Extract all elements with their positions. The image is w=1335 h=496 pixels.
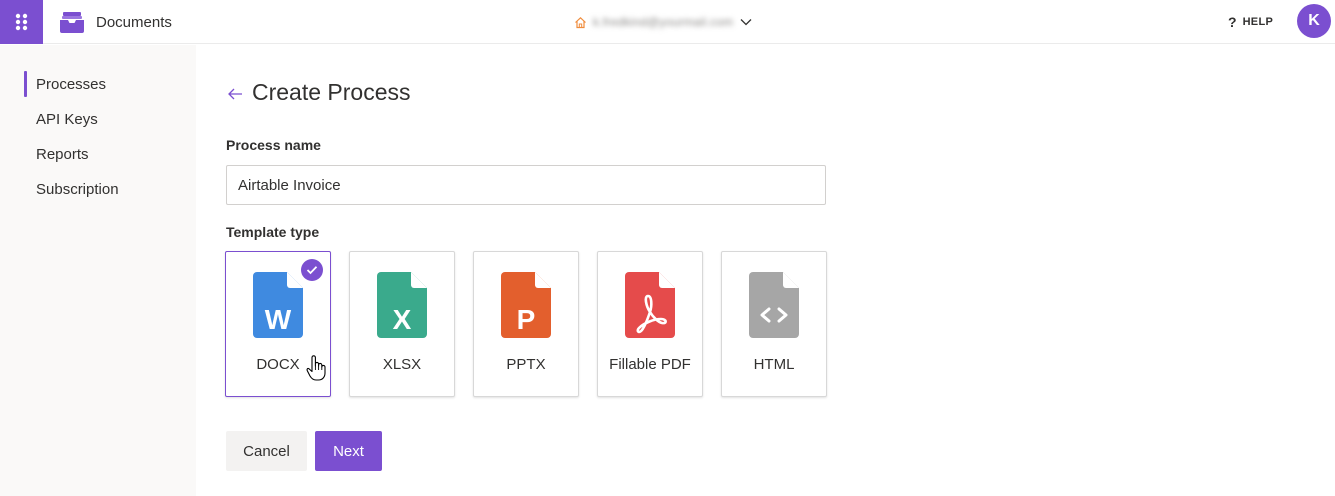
user-avatar[interactable]: K <box>1297 4 1331 38</box>
app-brand[interactable]: Documents <box>60 0 172 44</box>
help-label: HELP <box>1242 16 1274 28</box>
top-bar: Documents k.fredkind@yourmail.com ? HELP… <box>0 0 1335 44</box>
svg-text:P: P <box>517 304 536 335</box>
template-tile-fillable-pdf[interactable]: Fillable PDF <box>597 251 703 397</box>
account-switcher[interactable]: k.fredkind@yourmail.com <box>574 0 753 44</box>
template-tile-label: PPTX <box>506 356 546 373</box>
hand-cursor-icon <box>306 355 326 381</box>
powerpoint-file-icon: P <box>501 272 551 338</box>
template-tile-html[interactable]: HTML <box>721 251 827 397</box>
template-tile-label: Fillable PDF <box>609 356 691 373</box>
html-file-icon <box>749 272 799 338</box>
app-launcher-icon <box>15 13 27 31</box>
sidebar-item-api-keys[interactable]: API Keys <box>24 106 184 132</box>
documents-tray-icon <box>60 12 84 33</box>
sidebar-item-label: Processes <box>36 75 107 93</box>
svg-text:X: X <box>393 304 412 335</box>
process-name-label: Process name <box>226 137 321 153</box>
svg-text:W: W <box>265 304 292 335</box>
template-tile-label: HTML <box>753 356 795 373</box>
sidebar-item-label: Reports <box>36 145 89 163</box>
template-type-label: Template type <box>226 224 320 240</box>
account-email: k.fredkind@yourmail.com <box>593 15 734 29</box>
selected-check-icon <box>301 259 323 281</box>
help-icon: ? <box>1228 14 1237 30</box>
next-button[interactable]: Next <box>315 431 382 471</box>
word-file-icon: W <box>253 272 303 338</box>
cancel-button[interactable]: Cancel <box>226 431 307 471</box>
arrow-left-icon <box>228 88 242 100</box>
process-name-input[interactable] <box>226 165 826 205</box>
app-launcher-button[interactable] <box>0 0 43 44</box>
help-button[interactable]: ? HELP <box>1228 0 1273 44</box>
sidebar-item-label: API Keys <box>36 110 98 128</box>
pdf-file-icon <box>625 272 675 338</box>
template-tile-pptx[interactable]: P PPTX <box>473 251 579 397</box>
template-tile-label: XLSX <box>382 356 422 373</box>
template-tile-xlsx[interactable]: X XLSX <box>349 251 455 397</box>
page-title: Create Process <box>252 79 411 105</box>
sidebar-item-reports[interactable]: Reports <box>24 141 184 167</box>
back-button[interactable] <box>224 82 246 106</box>
sidebar: Processes API Keys Reports Subscription <box>0 45 196 496</box>
chevron-down-icon <box>740 19 752 26</box>
sidebar-item-subscription[interactable]: Subscription <box>24 176 184 202</box>
sidebar-item-processes[interactable]: Processes <box>24 71 184 97</box>
home-icon <box>575 16 586 28</box>
app-title: Documents <box>96 13 172 31</box>
sidebar-item-label: Subscription <box>36 180 119 198</box>
excel-file-icon: X <box>377 272 427 338</box>
